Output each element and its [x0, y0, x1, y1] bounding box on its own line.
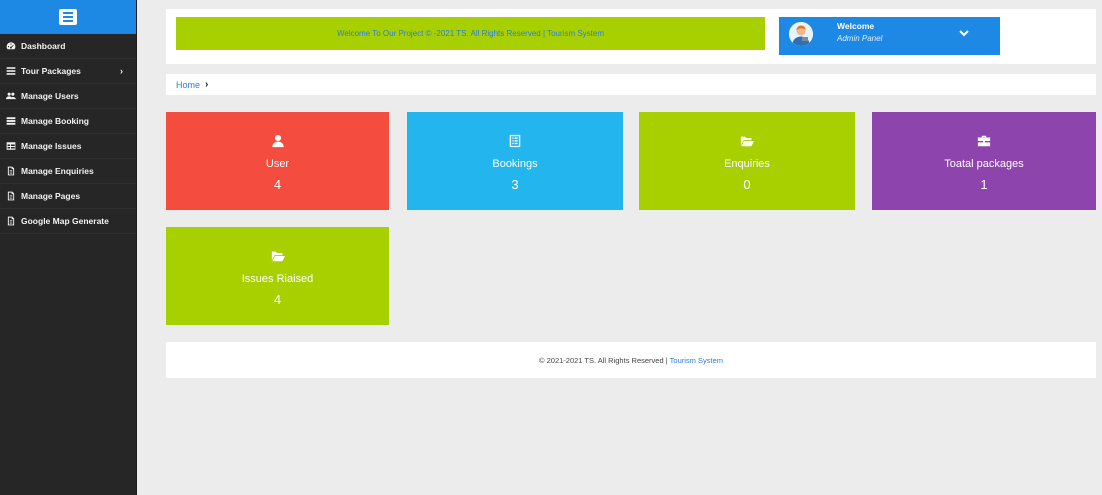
sidebar-item-label: Google Map Generate — [21, 216, 109, 226]
stat-card-label: Toatal packages — [944, 158, 1024, 170]
sidebar-item-label: Manage Booking — [21, 116, 90, 126]
file-icon — [6, 166, 16, 176]
stat-card-value: 4 — [273, 177, 282, 192]
sidebar-item-google-map-generate[interactable]: Google Map Generate — [0, 209, 136, 234]
admin-avatar — [789, 22, 813, 46]
user-icon — [166, 134, 389, 148]
admin-title: Welcome — [837, 21, 875, 31]
sidebar-item-manage-booking[interactable]: Manage Booking — [0, 109, 136, 134]
sidebar-item-label: Manage Issues — [21, 141, 82, 151]
sidebar-item-tour-packages[interactable]: Tour Packages › — [0, 59, 136, 84]
chevron-right-icon: › — [120, 66, 123, 76]
briefcase-icon — [872, 134, 1096, 148]
stat-card-value: 0 — [743, 177, 751, 192]
stat-card-value: 3 — [511, 177, 519, 192]
stat-card-label: Bookings — [492, 158, 538, 170]
admin-menu-button[interactable]: Welcome Admin Panel — [779, 17, 1000, 55]
chevron-right-icon: › — [205, 79, 209, 90]
sidebar-item-manage-enquiries[interactable]: Manage Enquiries — [0, 159, 136, 184]
stat-card-label: Issues Riaised — [241, 273, 314, 285]
sidebar-item-manage-users[interactable]: Manage Users — [0, 84, 136, 109]
footer-link[interactable]: Tourism System — [670, 356, 723, 365]
sidebar: Dashboard Tour Packages › Manage Users M… — [0, 0, 137, 495]
hamburger-icon[interactable] — [59, 9, 77, 25]
header: Welcome To Our Project © -2021 TS. All R… — [166, 9, 1096, 64]
stat-card-label: Enquiries — [724, 158, 770, 170]
stat-card-enquiries[interactable]: Enquiries 0 — [639, 112, 855, 210]
stat-card-value: 1 — [980, 177, 988, 192]
folder-open-icon — [639, 134, 855, 148]
stat-card-label: User — [265, 158, 290, 170]
welcome-banner: Welcome To Our Project © -2021 TS. All R… — [176, 17, 765, 50]
admin-subtitle: Admin Panel — [837, 34, 883, 43]
stat-card-issues-raised[interactable]: Issues Riaised 4 — [166, 227, 389, 325]
sidebar-item-label: Tour Packages — [21, 66, 81, 76]
sidebar-header — [0, 0, 136, 34]
file-icon — [6, 216, 16, 226]
chevron-down-icon[interactable] — [957, 26, 971, 40]
stat-card-user[interactable]: User 4 — [166, 112, 389, 210]
stat-card-bookings[interactable]: Bookings 3 — [407, 112, 623, 210]
breadcrumb-home-link[interactable]: Home — [176, 80, 200, 90]
stat-card-total-packages[interactable]: Toatal packages 1 — [872, 112, 1096, 210]
sidebar-item-label: Dashboard — [21, 41, 66, 51]
sidebar-item-dashboard[interactable]: Dashboard — [0, 34, 136, 59]
footer-copyright: © 2021-2021 TS. All Rights Reserved | — [539, 355, 668, 365]
sidebar-item-manage-issues[interactable]: Manage Issues — [0, 134, 136, 159]
stat-card-value: 4 — [273, 292, 282, 307]
users-icon — [6, 91, 16, 101]
sidebar-item-label: Manage Users — [21, 91, 79, 101]
dashboard-icon — [6, 41, 16, 51]
footer: © 2021-2021 TS. All Rights Reserved | To… — [166, 342, 1096, 378]
table-icon — [6, 141, 16, 151]
list-icon — [6, 66, 16, 76]
list-icon — [6, 116, 16, 126]
sidebar-item-label: Manage Enquiries — [21, 166, 94, 176]
sidebar-item-label: Manage Pages — [21, 191, 81, 201]
file-icon — [6, 191, 16, 201]
breadcrumb: Home › — [166, 74, 1096, 95]
sidebar-item-manage-pages[interactable]: Manage Pages — [0, 184, 136, 209]
list-alt-icon — [407, 134, 623, 148]
folder-open-icon — [166, 249, 389, 263]
